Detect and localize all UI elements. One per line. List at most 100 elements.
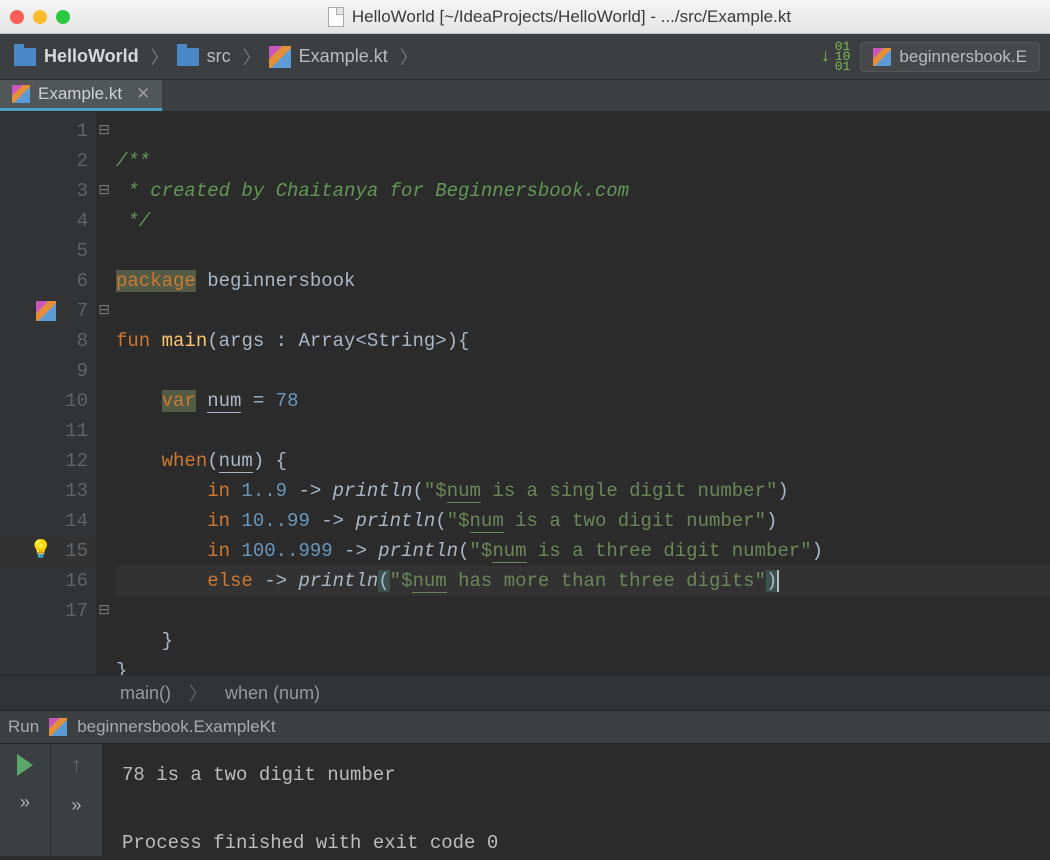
code-text: = xyxy=(241,390,275,412)
line-number: 2 xyxy=(60,146,88,176)
more-actions-icon[interactable]: » xyxy=(71,797,82,817)
code-comment: */ xyxy=(116,210,150,232)
titlebar: HelloWorld [~/IdeaProjects/HelloWorld] -… xyxy=(0,0,1050,34)
code-text: ) xyxy=(777,480,788,502)
kotlin-icon xyxy=(49,718,67,736)
code-identifier: beginnersbook xyxy=(207,270,355,292)
breadcrumb-file[interactable]: Example.kt 〉 xyxy=(265,44,422,70)
code-keyword: when xyxy=(162,450,208,472)
run-configuration-dropdown[interactable]: beginnersbook.E xyxy=(860,42,1040,72)
code-string: $num xyxy=(481,540,527,563)
code-string: " xyxy=(447,510,458,532)
fold-icon[interactable]: ⊟ xyxy=(98,596,110,626)
run-config-label: beginnersbook.E xyxy=(899,47,1027,67)
run-tool-window-header[interactable]: Run beginnersbook.ExampleKt xyxy=(0,710,1050,744)
code-text: ( xyxy=(207,450,218,472)
breadcrumb-folder-label: src xyxy=(207,46,231,67)
chevron-right-icon: 〉 xyxy=(151,44,169,70)
line-number: 17 xyxy=(60,596,88,626)
line-number: 3 xyxy=(60,176,88,206)
navigation-bar: HelloWorld 〉 src 〉 Example.kt 〉 ↓011001 … xyxy=(0,34,1050,80)
fold-icon[interactable]: ⊟ xyxy=(98,296,110,326)
editor-crumb-item[interactable]: when (num) xyxy=(225,683,320,704)
code-editor[interactable]: 1⊟ 2 3⊟ 4 5 6 7⊟ 8 9 10 11 12 13 14 💡15 … xyxy=(0,112,1050,675)
run-title: Run xyxy=(8,717,39,737)
run-toolbar-mid: ↑ » xyxy=(50,744,102,856)
caret xyxy=(777,570,790,592)
kotlin-file-icon xyxy=(12,85,30,103)
kotlin-icon xyxy=(873,48,891,66)
code-area[interactable]: /** * created by Chaitanya for Beginners… xyxy=(96,112,1050,675)
code-string: " xyxy=(424,480,435,502)
line-number: 9 xyxy=(60,356,88,386)
code-text: ) xyxy=(812,540,823,562)
line-number: 5 xyxy=(60,236,88,266)
code-string: is a single digit number xyxy=(481,480,766,502)
code-keyword: in xyxy=(207,510,230,532)
folder-icon xyxy=(14,48,36,66)
chevron-right-icon: 〉 xyxy=(189,680,207,706)
line-number: 13 xyxy=(60,476,88,506)
run-toolbar-left: » xyxy=(0,744,50,856)
code-text: } xyxy=(116,660,127,675)
gutter: 1⊟ 2 3⊟ 4 5 6 7⊟ 8 9 10 11 12 13 14 💡15 … xyxy=(0,112,96,675)
code-number: 100..999 xyxy=(230,540,333,562)
code-string: " xyxy=(470,540,481,562)
code-string: $num xyxy=(458,510,504,533)
run-button[interactable] xyxy=(17,754,33,776)
code-text: -> xyxy=(253,570,299,592)
code-string: " xyxy=(755,510,766,532)
console-line: Process finished with exit code 0 xyxy=(122,826,1030,860)
more-actions-icon[interactable]: » xyxy=(20,794,31,814)
code-string: has more than three digits xyxy=(447,570,755,592)
code-text: -> xyxy=(287,480,333,502)
code-function: println xyxy=(378,540,458,562)
kotlin-file-icon xyxy=(269,46,291,68)
run-subtitle: beginnersbook.ExampleKt xyxy=(77,717,275,737)
editor-breadcrumbs: main() 〉 when (num) xyxy=(0,675,1050,710)
code-string: " xyxy=(766,480,777,502)
window-title: HelloWorld [~/IdeaProjects/HelloWorld] -… xyxy=(79,7,1040,27)
code-keyword: in xyxy=(207,480,230,502)
code-keyword: in xyxy=(207,540,230,562)
breadcrumb-project[interactable]: HelloWorld 〉 xyxy=(10,44,173,70)
close-tab-icon[interactable]: ✕ xyxy=(136,84,150,104)
code-function: println xyxy=(298,570,378,592)
close-window-button[interactable] xyxy=(10,10,24,24)
window-title-text: HelloWorld [~/IdeaProjects/HelloWorld] -… xyxy=(352,7,791,27)
tab-label: Example.kt xyxy=(38,84,122,104)
code-function: println xyxy=(355,510,435,532)
line-number: 6 xyxy=(60,266,88,296)
console-output[interactable]: 78 is a two digit number Process finishe… xyxy=(102,744,1050,856)
line-number: 11 xyxy=(60,416,88,446)
breadcrumb-file-label: Example.kt xyxy=(299,46,388,67)
fold-icon[interactable]: ⊟ xyxy=(98,176,110,206)
code-comment: * created by Chaitanya for Beginnersbook… xyxy=(116,180,629,202)
chevron-right-icon: 〉 xyxy=(243,44,261,70)
editor-crumb-item[interactable]: main() xyxy=(120,683,171,704)
intention-bulb-icon[interactable]: 💡 xyxy=(30,536,52,566)
run-gutter-icon[interactable] xyxy=(36,301,56,321)
code-text: } xyxy=(116,630,173,652)
build-icon[interactable]: ↓011001 xyxy=(820,42,850,72)
code-string: is a three digit number xyxy=(527,540,801,562)
fold-icon[interactable]: ⊟ xyxy=(98,116,110,146)
code-text: -> xyxy=(310,510,356,532)
folder-icon xyxy=(177,48,199,66)
maximize-window-button[interactable] xyxy=(56,10,70,24)
minimize-window-button[interactable] xyxy=(33,10,47,24)
breadcrumb-folder[interactable]: src 〉 xyxy=(173,44,265,70)
code-number: 1..9 xyxy=(230,480,287,502)
code-function: println xyxy=(333,480,413,502)
up-arrow-icon[interactable]: ↑ xyxy=(70,754,83,779)
line-number: 12 xyxy=(60,446,88,476)
line-number: 4 xyxy=(60,206,88,236)
code-text: ( xyxy=(378,570,389,592)
code-text: ( xyxy=(412,480,423,502)
code-keyword: package xyxy=(116,270,196,292)
tab-example-kt[interactable]: Example.kt ✕ xyxy=(0,80,162,111)
file-icon xyxy=(328,7,344,27)
code-keyword: else xyxy=(207,570,253,592)
code-text: ) xyxy=(766,510,777,532)
console-line: 78 is a two digit number xyxy=(122,758,1030,792)
